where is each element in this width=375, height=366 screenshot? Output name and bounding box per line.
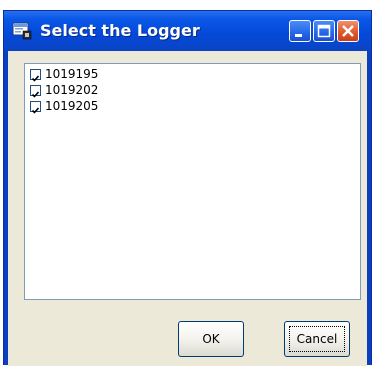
ok-button-label: OK — [202, 332, 220, 346]
logger-item-1019205[interactable]: 1019205 — [28, 99, 148, 115]
logger-label: 1019202 — [45, 83, 99, 97]
logger-checkbox[interactable] — [30, 69, 41, 82]
logger-label: 1019205 — [45, 99, 99, 113]
logger-checkbox[interactable] — [30, 85, 41, 98]
check-icon — [31, 75, 40, 82]
close-button[interactable] — [337, 20, 359, 42]
ok-button[interactable]: OK — [178, 321, 244, 357]
logger-checkbox[interactable] — [30, 101, 41, 114]
maximize-button[interactable] — [313, 20, 335, 42]
minimize-button[interactable] — [289, 20, 311, 42]
cancel-button[interactable]: Cancel — [284, 321, 350, 357]
maximize-icon — [317, 24, 331, 38]
app-icon — [12, 22, 32, 40]
window-title: Select the Logger — [40, 21, 200, 40]
check-icon — [31, 91, 40, 98]
dialog-body: 1019195 1019202 1019205 OK Cancel — [8, 51, 367, 366]
cancel-button-label: Cancel — [296, 332, 338, 346]
logger-item-1019195[interactable]: 1019195 — [28, 67, 148, 83]
minimize-icon — [295, 34, 302, 37]
logger-label: 1019195 — [45, 67, 99, 81]
title-bar[interactable]: Select the Logger — [4, 11, 371, 51]
logger-checklist[interactable]: 1019195 1019202 1019205 — [24, 63, 361, 300]
logger-item-1019202[interactable]: 1019202 — [28, 83, 148, 99]
check-icon — [31, 107, 40, 114]
dialog-window: Select the Logger 1019195 1019202 101920… — [3, 10, 372, 366]
close-icon — [342, 25, 354, 37]
